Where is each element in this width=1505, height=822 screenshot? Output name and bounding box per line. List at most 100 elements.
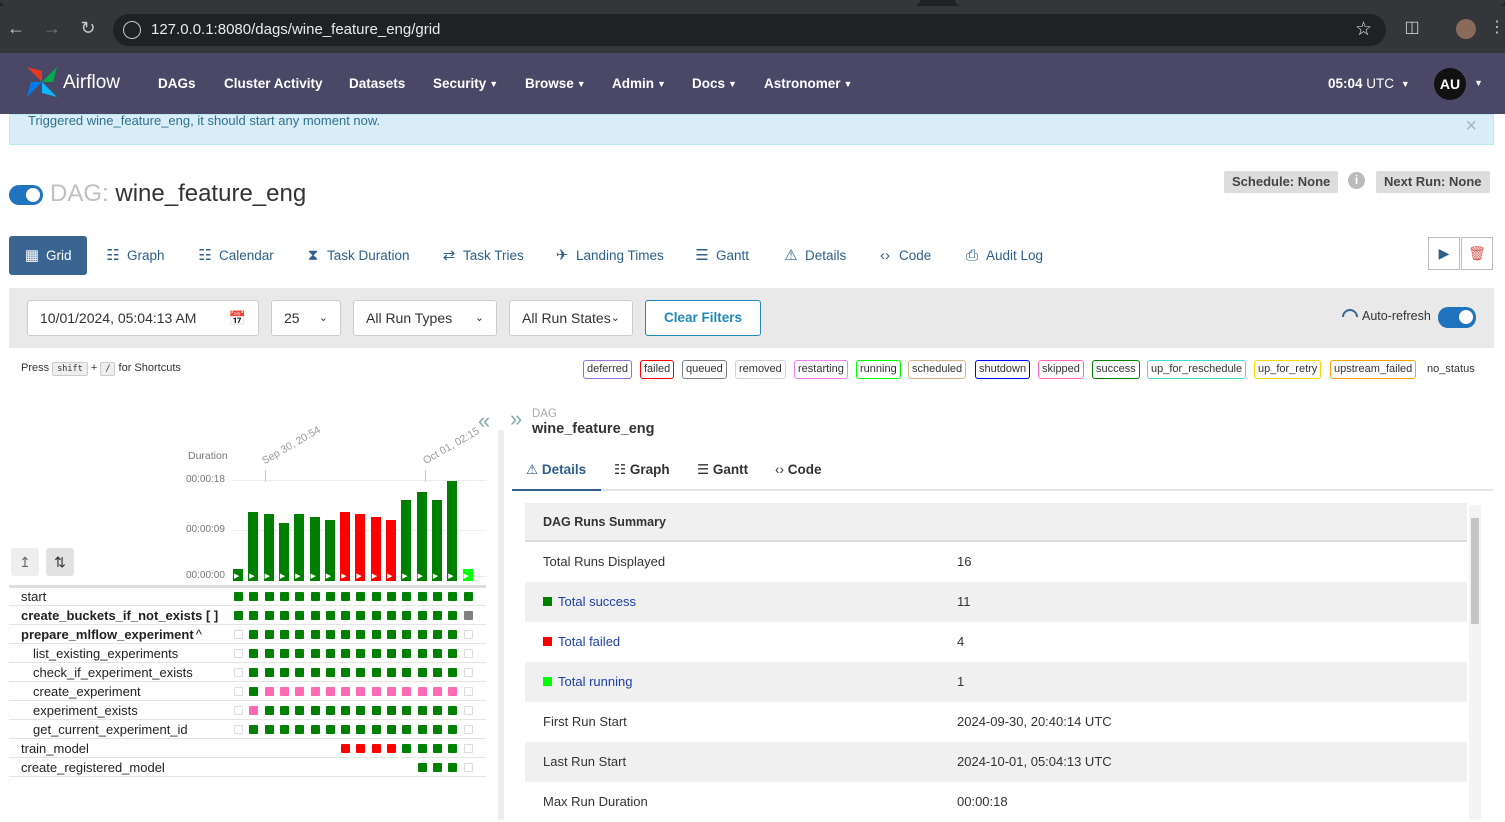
summary-key[interactable]: Total success — [543, 594, 636, 609]
task-instance-cell[interactable] — [463, 668, 473, 677]
task-instance-cell[interactable] — [249, 687, 259, 696]
task-instance-cell[interactable] — [234, 611, 243, 620]
task-instance-cell[interactable] — [341, 687, 351, 696]
task-instance-cell[interactable] — [417, 687, 427, 696]
nav-menu-astronomer[interactable]: Astronomer ▼ — [764, 76, 852, 91]
chevron-down-icon[interactable]: ▼ — [1474, 78, 1483, 88]
task-instance-cell[interactable] — [279, 611, 289, 620]
tab-landing-times[interactable]: ✈ Landing Times — [554, 236, 664, 275]
run-duration-bar[interactable]: ▶ — [278, 522, 289, 581]
task-instance-cell[interactable] — [371, 668, 381, 677]
task-instance-cell[interactable] — [341, 668, 351, 677]
back-arrow-icon[interactable]: ← — [6, 18, 26, 38]
summary-key[interactable]: Total running — [543, 674, 632, 689]
browser-tab-active[interactable] — [0, 0, 920, 6]
task-instance-cell[interactable] — [325, 592, 335, 601]
task-instance-cell[interactable] — [279, 649, 289, 658]
collapse-grid-icon[interactable]: « — [478, 408, 490, 434]
task-instance-cell[interactable] — [341, 592, 351, 601]
legend-restarting[interactable]: restarting — [794, 360, 848, 379]
task-instance-cell[interactable] — [341, 611, 351, 620]
task-label-create-buckets-if-not-exists[interactable]: create_buckets_if_not_exists [ ] — [21, 608, 218, 623]
task-instance-cell[interactable] — [279, 630, 289, 639]
task-label-train-model[interactable]: train_model — [21, 741, 89, 756]
task-instance-cell[interactable] — [448, 592, 458, 601]
task-instance-cell[interactable] — [356, 630, 366, 639]
task-instance-cell[interactable] — [249, 668, 259, 677]
task-instance-cell[interactable] — [310, 668, 320, 677]
expand-all-button[interactable]: ↥ — [11, 548, 39, 576]
num-runs-select[interactable]: 25 ⌄ — [271, 300, 341, 336]
task-instance-cell[interactable] — [234, 630, 243, 639]
airflow-pinwheel-icon[interactable] — [23, 63, 61, 101]
task-instance-cell[interactable] — [264, 611, 274, 620]
task-instance-cell[interactable] — [417, 649, 427, 658]
tab-gantt[interactable]: ☰ Gantt — [694, 236, 749, 275]
task-instance-cell[interactable] — [463, 592, 473, 601]
airflow-brand[interactable]: Airflow — [63, 72, 120, 94]
task-instance-cell[interactable] — [356, 706, 366, 715]
run-duration-bar[interactable]: ▶ — [324, 519, 335, 581]
task-instance-cell[interactable] — [417, 630, 427, 639]
task-instance-cell[interactable] — [295, 649, 305, 658]
details-tab-graph[interactable]: ☷ Graph — [614, 462, 670, 478]
legend-scheduled[interactable]: scheduled — [908, 360, 967, 379]
extensions-icon[interactable]: ◫ — [1402, 18, 1422, 38]
tab-graph[interactable]: ☷ Graph — [105, 236, 164, 275]
task-instance-cell[interactable] — [448, 630, 458, 639]
clear-filters-button[interactable]: Clear Filters — [645, 300, 761, 336]
task-instance-cell[interactable] — [463, 649, 473, 658]
task-instance-cell[interactable] — [387, 649, 396, 658]
address-url[interactable]: 127.0.0.1:8080/dags/wine_feature_eng/gri… — [151, 21, 440, 38]
task-instance-cell[interactable] — [325, 687, 335, 696]
nav-menu-security[interactable]: Security ▼ — [433, 76, 498, 91]
legend-up-for-retry[interactable]: up_for_retry — [1254, 360, 1322, 379]
task-instance-cell[interactable] — [325, 630, 335, 639]
nav-menu-browse[interactable]: Browse ▼ — [525, 76, 586, 91]
task-label-get-current-experiment-id[interactable]: get_current_experiment_id — [33, 722, 188, 737]
task-instance-cell[interactable] — [325, 649, 335, 658]
task-instance-cell[interactable] — [448, 706, 458, 715]
tab-audit-log[interactable]: ⎙ Audit Log — [964, 236, 1043, 275]
task-instance-cell[interactable] — [325, 706, 335, 715]
user-avatar[interactable]: AU — [1434, 68, 1466, 100]
task-instance-cell[interactable] — [356, 592, 366, 601]
task-instance-cell[interactable] — [387, 744, 396, 753]
task-instance-cell[interactable] — [387, 687, 396, 696]
nav-menu-cluster-activity[interactable]: Cluster Activity — [224, 76, 323, 91]
calendar-icon[interactable]: 📅 — [229, 301, 246, 335]
task-instance-cell[interactable] — [463, 706, 473, 715]
task-instance-cell[interactable] — [402, 630, 412, 639]
task-instance-cell[interactable] — [310, 687, 320, 696]
task-instance-cell[interactable] — [448, 763, 458, 772]
task-instance-cell[interactable] — [371, 630, 381, 639]
task-instance-cell[interactable] — [356, 744, 366, 753]
task-instance-cell[interactable] — [295, 592, 305, 601]
task-instance-cell[interactable] — [387, 592, 396, 601]
task-instance-cell[interactable] — [356, 725, 366, 734]
task-instance-cell[interactable] — [249, 611, 259, 620]
run-duration-bar[interactable]: ▶ — [462, 569, 473, 581]
task-instance-cell[interactable] — [402, 725, 412, 734]
task-instance-cell[interactable] — [234, 668, 243, 677]
task-instance-cell[interactable] — [448, 725, 458, 734]
task-instance-cell[interactable] — [371, 706, 381, 715]
run-duration-bar[interactable]: ▶ — [355, 514, 366, 581]
task-instance-cell[interactable] — [432, 668, 442, 677]
close-icon[interactable]: × — [1465, 115, 1477, 138]
task-instance-cell[interactable] — [264, 592, 274, 601]
task-label-list-existing-experiments[interactable]: list_existing_experiments — [33, 646, 178, 661]
details-scrollbar[interactable] — [1469, 505, 1481, 820]
task-instance-cell[interactable] — [402, 649, 412, 658]
task-instance-cell[interactable] — [387, 668, 396, 677]
details-tab-details[interactable]: ⚠ Details — [526, 462, 586, 478]
task-instance-cell[interactable] — [341, 725, 351, 734]
trigger-dag-button[interactable]: ▶ — [1428, 237, 1460, 270]
task-instance-cell[interactable] — [264, 649, 274, 658]
task-instance-cell[interactable] — [295, 668, 305, 677]
task-instance-cell[interactable] — [264, 630, 274, 639]
task-instance-cell[interactable] — [463, 725, 473, 734]
chevron-up-icon[interactable]: ^ — [196, 627, 202, 642]
task-instance-cell[interactable] — [356, 649, 366, 658]
details-tab-gantt[interactable]: ☰ Gantt — [697, 462, 748, 478]
